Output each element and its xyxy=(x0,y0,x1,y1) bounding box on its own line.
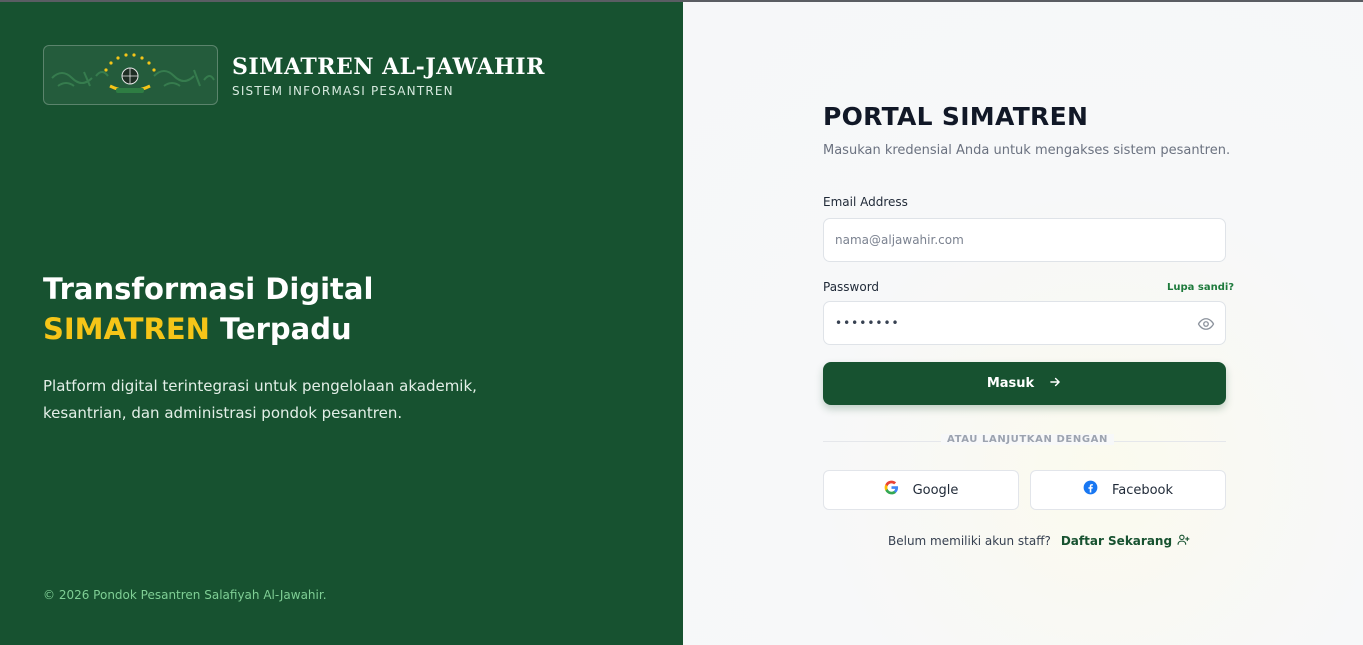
forgot-password-link[interactable]: Lupa sandi? xyxy=(1167,282,1234,293)
hero-heading-line2: SIMATREN Terpadu xyxy=(43,312,352,346)
copyright-text: © 2026 Pondok Pesantren Salafiyah Al-Jaw… xyxy=(43,588,327,602)
password-field-wrapper xyxy=(823,301,1226,345)
brand-title: SIMATREN AL-JAWAHIR xyxy=(232,54,545,80)
signup-link[interactable]: Daftar Sekarang xyxy=(1061,533,1190,549)
facebook-icon xyxy=(1083,480,1098,500)
email-label: Email Address xyxy=(823,195,908,209)
divider-label: ATAU LANJUTKAN DENGAN xyxy=(941,434,1114,445)
hero-heading-rest: Terpadu xyxy=(209,312,352,346)
password-field[interactable] xyxy=(824,302,1225,344)
google-label: Google xyxy=(912,482,959,498)
brand-subtitle: SISTEM INFORMASI PESANTREN xyxy=(232,84,454,98)
hero-description: Platform digital terintegrasi untuk peng… xyxy=(43,377,477,422)
login-submit-button[interactable]: Masuk xyxy=(823,362,1226,405)
email-field[interactable] xyxy=(824,219,1225,261)
signup-prompt: Belum memiliki akun staff? xyxy=(888,534,1051,548)
google-icon xyxy=(884,480,899,500)
hero-highlight: SIMATREN xyxy=(43,312,210,346)
email-field-wrapper xyxy=(823,218,1226,262)
pesantren-logo xyxy=(43,45,218,105)
facebook-label: Facebook xyxy=(1111,482,1174,498)
eye-icon[interactable] xyxy=(1197,315,1215,333)
branding-panel: SIMATREN AL-JAWAHIR SISTEM INFORMASI PES… xyxy=(0,2,683,645)
submit-label: Masuk xyxy=(986,376,1035,391)
facebook-login-button[interactable]: Facebook xyxy=(1030,470,1226,510)
password-label: Password xyxy=(823,280,880,294)
page-subtitle: Masukan kredensial Anda untuk mengakses … xyxy=(823,143,1231,158)
login-panel: PORTAL SIMATREN Masukan kredensial Anda … xyxy=(683,2,1363,645)
signup-link-label: Daftar Sekarang xyxy=(1060,534,1173,548)
page-title: PORTAL SIMATREN xyxy=(823,102,1089,131)
hero-heading-line1: Transformasi Digital xyxy=(43,272,374,306)
user-plus-icon xyxy=(1177,533,1190,549)
signup-row: Belum memiliki akun staff? Daftar Sekara… xyxy=(888,533,1190,549)
google-login-button[interactable]: Google xyxy=(823,470,1019,510)
arrow-right-icon xyxy=(1048,375,1062,392)
